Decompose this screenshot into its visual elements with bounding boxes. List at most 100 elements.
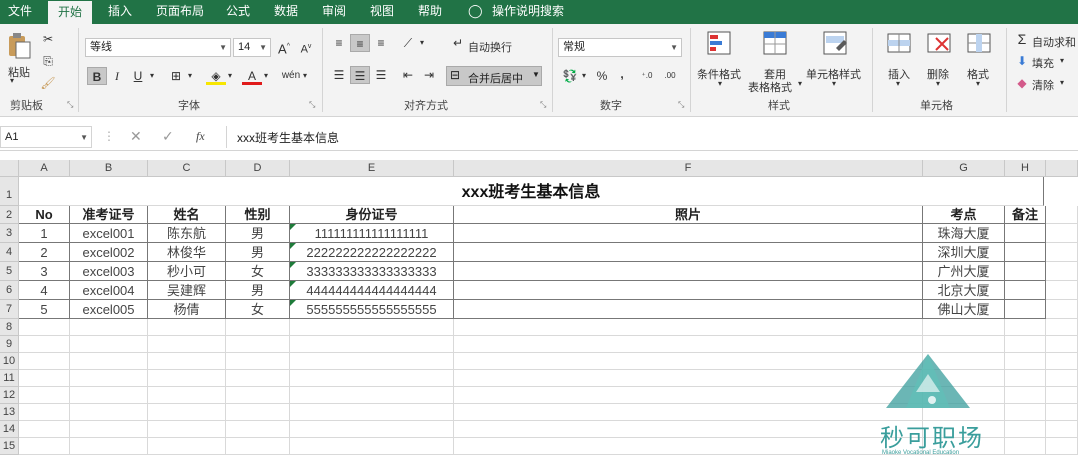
cell-ticket[interactable]: excel002 [70,243,148,262]
empty-cell[interactable] [1005,370,1046,387]
paste-icon[interactable] [6,32,32,60]
format-cells-icon[interactable] [966,30,994,58]
menu-page-layout[interactable]: 页面布局 [154,0,206,24]
empty-cell[interactable] [148,404,226,421]
insert-cells-icon[interactable] [886,30,914,58]
empty-cell[interactable] [19,421,70,438]
orientation-icon[interactable]: ⟋ [398,34,418,52]
sheet-title-cell[interactable]: xxx班考生基本信息 [19,177,1044,206]
column-header-c[interactable]: C [148,160,226,177]
cell-gender[interactable]: 女 [226,300,290,319]
clipboard-launcher-icon[interactable]: ⤡ [67,100,73,110]
chevron-down-icon[interactable]: ▾ [10,76,14,85]
menu-home[interactable]: 开始 [48,0,93,25]
empty-cell[interactable] [148,319,226,336]
cell-id[interactable]: 222222222222222222 [290,243,454,262]
empty-cell[interactable] [226,370,290,387]
tell-me-search[interactable]: 操作说明搜索 [490,0,566,24]
cell-note[interactable] [1005,243,1046,262]
empty-cell[interactable] [454,421,923,438]
empty-cell[interactable] [1046,370,1078,387]
row-header-1[interactable]: 1 [0,177,19,206]
wrap-text-icon[interactable]: ↵ [448,34,468,52]
empty-cell[interactable] [1046,404,1078,421]
empty-cell[interactable] [226,421,290,438]
empty-cell[interactable] [1046,421,1078,438]
cell-id[interactable]: 444444444444444444 [290,281,454,300]
number-format-select[interactable]: 常规 ▼ [558,38,682,57]
empty-cell[interactable] [290,438,454,455]
chevron-down-icon[interactable]: ▾ [264,71,268,80]
empty-cell[interactable] [70,319,148,336]
copy-icon[interactable]: ⎘ [38,52,58,70]
empty-cell[interactable] [70,336,148,353]
menu-review[interactable]: 审阅 [320,0,348,24]
chevron-down-icon[interactable]: ▾ [303,71,307,80]
row-header-14[interactable]: 14 [0,421,19,438]
cell-name[interactable]: 杨倩 [148,300,226,319]
cell-id[interactable]: 333333333333333333 [290,262,454,281]
cell-gender[interactable]: 男 [226,224,290,243]
cell-ticket[interactable]: excel005 [70,300,148,319]
cut-icon[interactable]: ✂ [38,30,58,48]
empty-cell[interactable] [1046,300,1078,319]
column-header-g[interactable]: G [923,160,1005,177]
empty-cell[interactable] [70,353,148,370]
row-header-2[interactable]: 2 [0,206,19,224]
cancel-icon[interactable]: ✕ [130,128,142,145]
empty-cell[interactable] [454,336,923,353]
empty-cell[interactable] [1046,224,1078,243]
cell-site[interactable]: 广州大厦 [923,262,1005,281]
percent-button[interactable]: % [592,67,612,85]
cell-no[interactable]: 5 [19,300,70,319]
empty-cell[interactable] [1005,336,1046,353]
column-header-d[interactable]: D [226,160,290,177]
empty-cell[interactable] [19,438,70,455]
empty-cell[interactable] [226,387,290,404]
empty-cell[interactable] [1046,262,1078,281]
cell-note[interactable] [1005,281,1046,300]
cell-site[interactable]: 北京大厦 [923,281,1005,300]
row-header-10[interactable]: 10 [0,353,19,370]
cell-id[interactable]: 111111111111111111 [290,224,454,243]
empty-cell[interactable] [1005,387,1046,404]
number-launcher-icon[interactable]: ⤡ [678,100,684,110]
empty-cell[interactable] [226,336,290,353]
font-color-icon[interactable]: A [242,67,262,85]
header-cell-site[interactable]: 考点 [923,206,1005,224]
cell-gender[interactable]: 男 [226,281,290,300]
decrease-indent-icon[interactable]: ⇤ [398,66,418,84]
cell-photo[interactable] [454,262,923,281]
header-cell-no[interactable]: No [19,206,70,224]
align-center-icon[interactable]: ☰ [350,66,370,84]
row-header-4[interactable]: 4 [0,243,19,262]
menu-help[interactable]: 帮助 [416,0,444,24]
increase-font-icon[interactable]: A^ [274,38,294,56]
empty-cell[interactable] [1005,353,1046,370]
chevron-down-icon[interactable]: ▾ [150,71,154,80]
empty-cell[interactable] [148,353,226,370]
cell-gender[interactable]: 男 [226,243,290,262]
cell-note[interactable] [1005,262,1046,281]
currency-icon[interactable]: 💱 [560,67,580,85]
alignment-launcher-icon[interactable]: ⤡ [540,100,546,110]
cell-gender[interactable]: 女 [226,262,290,281]
font-name-select[interactable]: 等线 ▼ [85,38,231,57]
chevron-down-icon[interactable]: ▾ [582,71,586,80]
menu-data[interactable]: 数据 [272,0,300,24]
bold-button[interactable]: B [87,67,107,85]
insert-function-button[interactable]: fx [196,129,205,144]
cell-name[interactable]: 吴建辉 [148,281,226,300]
cell-note[interactable] [1005,224,1046,243]
chevron-down-icon[interactable]: ▾ [1060,56,1064,65]
row-header-9[interactable]: 9 [0,336,19,353]
empty-cell[interactable] [1005,319,1046,336]
format-painter-icon[interactable]: 🖌 [38,74,58,92]
empty-cell[interactable] [148,387,226,404]
cell-styles-icon[interactable] [822,30,850,58]
row-header-6[interactable]: 6 [0,281,19,300]
font-launcher-icon[interactable]: ⤡ [309,100,315,110]
header-cell-id[interactable]: 身份证号 [290,206,454,224]
fill-button[interactable]: 填充 [1032,55,1054,71]
chevron-down-icon[interactable]: ▾ [976,79,980,88]
